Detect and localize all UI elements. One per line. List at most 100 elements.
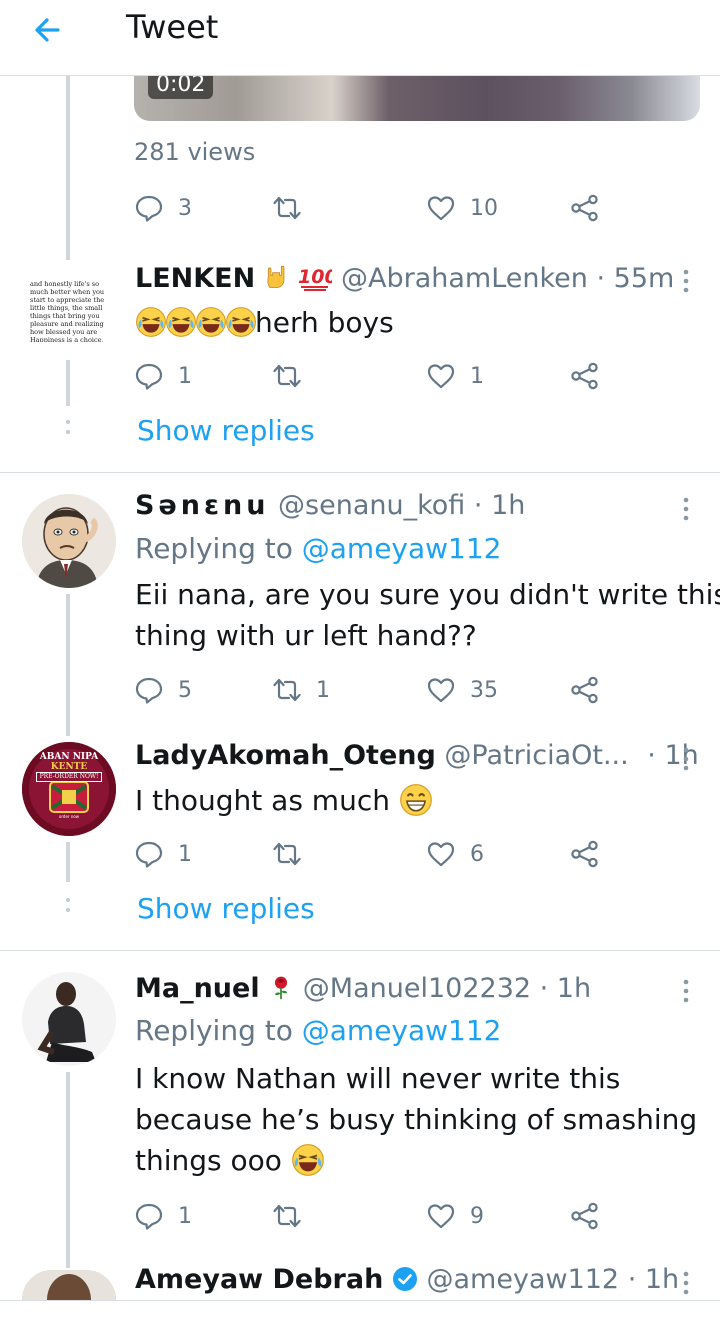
retweet-icon <box>273 1204 301 1228</box>
avatar-brand-text: ABAN NIPA KENTE PRE-ORDER NOW! <box>22 752 116 782</box>
replying-to: Replying to @ameyaw112 <box>135 1014 502 1047</box>
share-button[interactable] <box>570 190 600 226</box>
rock-on-emoji <box>267 265 285 288</box>
tweet-actions: 3 10 <box>134 190 614 226</box>
hundred-emoji: 100 <box>298 266 332 291</box>
share-icon <box>571 676 598 704</box>
show-replies-link[interactable]: Show replies <box>137 414 315 447</box>
avatar[interactable] <box>22 1270 116 1300</box>
like-count: 6 <box>470 841 484 867</box>
retweet-icon <box>273 842 301 866</box>
tweet-meta: LadyAkomah_Oteng @PatriciaOt... · 1h <box>135 740 699 771</box>
reply-count: 1 <box>178 363 192 389</box>
more-icon[interactable] <box>676 266 696 296</box>
avatar-photo <box>22 1270 116 1300</box>
reply-button[interactable]: 1 <box>134 836 192 872</box>
display-name[interactable]: LENKEN <box>135 263 255 294</box>
reply-icon <box>135 195 163 222</box>
more-icon[interactable] <box>676 976 696 1006</box>
like-count: 1 <box>470 363 484 389</box>
reply-icon <box>135 1203 163 1230</box>
user-handle: @AbrahamLenken <box>341 263 588 294</box>
avatar[interactable]: order now ABAN NIPA KENTE PRE-ORDER NOW! <box>22 742 116 836</box>
avatar-quote-text: and honestly life's so much better when … <box>30 280 105 342</box>
retweet-icon <box>273 196 301 220</box>
tweet-actions: 1 1 <box>134 358 614 394</box>
top-bar: Tweet <box>0 0 720 76</box>
like-icon <box>427 364 455 389</box>
like-button[interactable]: 1 <box>426 358 484 394</box>
display-name[interactable]: Sənɛnu <box>135 490 269 521</box>
like-button[interactable]: 10 <box>426 190 498 226</box>
laughing-emoji <box>166 307 196 337</box>
share-icon <box>571 840 598 868</box>
share-button[interactable] <box>570 672 600 708</box>
grinning-emoji <box>400 784 432 816</box>
rose-emoji <box>275 976 288 1000</box>
retweet-button[interactable] <box>272 358 316 394</box>
like-count: 10 <box>470 195 498 221</box>
reply-count: 3 <box>178 195 192 221</box>
tweet-text: I thought as much <box>135 780 433 821</box>
laughing-emoji <box>226 307 256 337</box>
show-replies-link[interactable]: Show replies <box>137 892 315 925</box>
share-icon <box>571 1202 598 1230</box>
avatar[interactable] <box>22 972 116 1066</box>
share-icon <box>571 362 598 390</box>
tweet-text: Eii nana, are you sure you didn't write … <box>135 578 720 652</box>
more-icon[interactable] <box>676 1268 696 1298</box>
more-icon[interactable] <box>676 494 696 524</box>
reply-count: 5 <box>178 677 192 703</box>
like-icon <box>427 1204 455 1229</box>
retweet-count: 1 <box>316 677 330 703</box>
reply-button[interactable]: 5 <box>134 672 192 708</box>
replying-to: Replying to @ameyaw112 <box>135 532 502 565</box>
reply-count: 1 <box>178 1203 192 1229</box>
reply-button[interactable]: 1 <box>134 358 192 394</box>
divider <box>0 1300 720 1301</box>
avatar[interactable]: and honestly life's so much better when … <box>20 262 120 356</box>
thread-line <box>66 594 70 736</box>
reply-button[interactable]: 3 <box>134 190 192 226</box>
laughing-emoji-group <box>135 306 256 339</box>
retweet-button[interactable] <box>272 190 316 226</box>
retweet-button[interactable] <box>272 836 316 872</box>
tweet-actions: 1 9 <box>134 1198 614 1234</box>
reply-button[interactable]: 1 <box>134 1198 192 1234</box>
tweet-text: herh boys <box>135 302 394 343</box>
divider <box>0 472 720 473</box>
reply-icon <box>135 677 163 704</box>
share-button[interactable] <box>570 358 600 394</box>
thread-line <box>66 842 70 882</box>
tweet-meta: Sənɛnu @senanu_kofi · 1h <box>135 490 525 521</box>
retweet-button[interactable]: 1 <box>272 672 330 708</box>
replying-handle-link[interactable]: @ameyaw112 <box>302 1014 502 1047</box>
retweet-icon <box>273 678 301 702</box>
display-name[interactable]: Ameyaw Debrah <box>135 1264 383 1295</box>
like-button[interactable]: 35 <box>426 672 498 708</box>
user-handle: @Manuel102232 <box>302 973 532 1004</box>
like-button[interactable]: 6 <box>426 836 484 872</box>
back-arrow-icon[interactable] <box>28 10 72 50</box>
share-button[interactable] <box>570 836 600 872</box>
display-name[interactable]: Ma_nuel <box>135 973 260 1004</box>
more-icon[interactable] <box>676 744 696 774</box>
thread-line <box>66 1072 70 1268</box>
laughing-emoji <box>136 307 166 337</box>
thread-line <box>66 360 70 406</box>
avatar[interactable] <box>22 494 116 588</box>
avatar-photo <box>22 972 116 1066</box>
like-button[interactable]: 9 <box>426 1198 484 1234</box>
like-count: 9 <box>470 1203 484 1229</box>
replying-handle-link[interactable]: @ameyaw112 <box>302 532 502 565</box>
like-icon <box>427 196 455 221</box>
like-count: 35 <box>470 677 498 703</box>
display-name[interactable]: LadyAkomah_Oteng <box>135 740 436 771</box>
tweet-meta: LENKEN 100 @AbrahamLenken · 55m <box>135 262 674 294</box>
share-button[interactable] <box>570 1198 600 1234</box>
retweet-icon <box>273 364 301 388</box>
share-icon <box>571 194 598 222</box>
retweet-button[interactable] <box>272 1198 316 1234</box>
user-handle: @PatriciaOt... <box>444 740 629 771</box>
tweet-text: I know Nathan will never write this beca… <box>135 1062 698 1177</box>
